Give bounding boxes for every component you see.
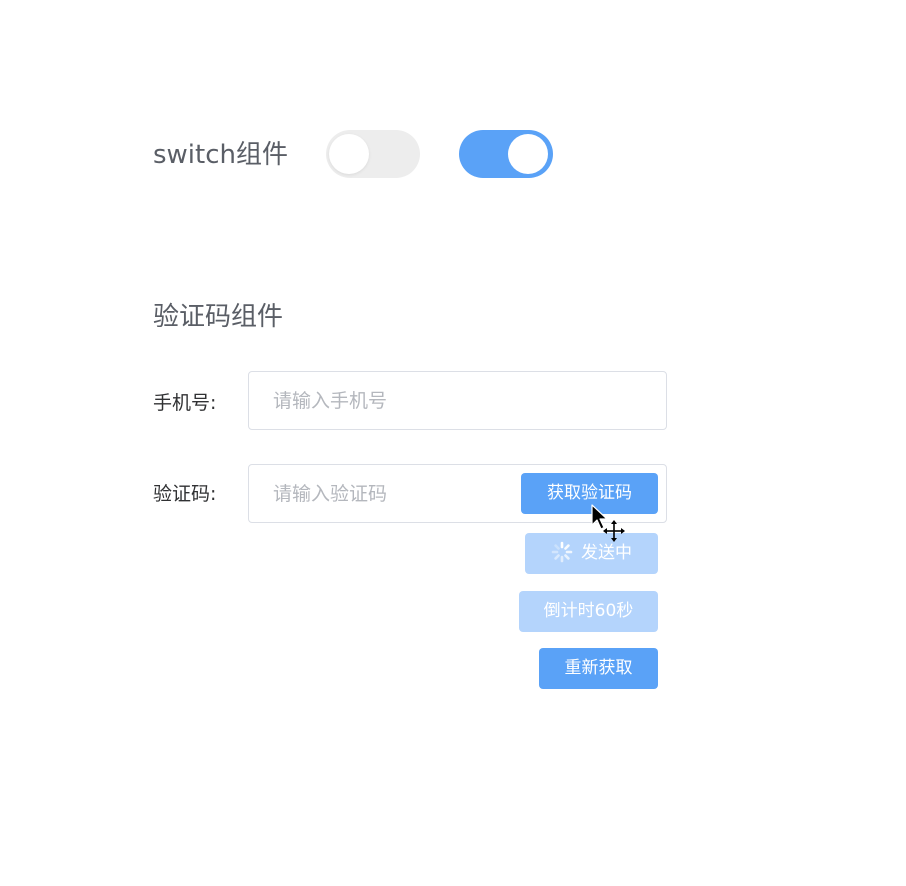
sending-button[interactable]: 发送中 [525,533,658,574]
switch-toggle-off[interactable] [326,130,420,178]
captcha-section-title: 验证码组件 [153,302,284,332]
switch-section-title: switch组件 [153,140,289,170]
phone-input[interactable] [273,372,513,429]
resend-button-label: 重新获取 [564,658,633,678]
switch-knob [508,134,548,174]
switch-toggle-on[interactable] [459,130,553,178]
get-code-button-label: 获取验证码 [547,483,632,503]
resend-button[interactable]: 重新获取 [539,648,658,689]
sending-button-label: 发送中 [581,543,632,563]
phone-label: 手机号: [153,392,217,414]
countdown-button[interactable]: 倒计时60秒 [519,591,658,632]
loading-spinner-icon [551,541,573,563]
phone-input-box [248,371,667,430]
code-input[interactable] [273,465,513,522]
countdown-button-label: 倒计时60秒 [543,601,634,621]
code-label: 验证码: [153,483,217,505]
get-code-button[interactable]: 获取验证码 [521,473,658,514]
switch-knob [329,134,369,174]
